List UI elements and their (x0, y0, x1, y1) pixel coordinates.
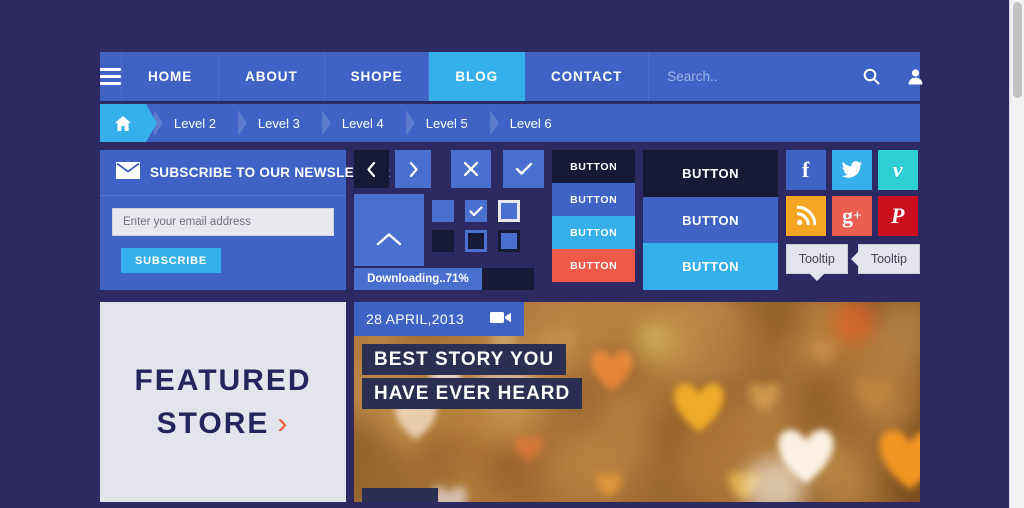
breadcrumb-item-level3[interactable]: Level 3 (230, 104, 314, 142)
button-blue-small[interactable]: BUTTON (552, 183, 635, 216)
post-date: 28 APRIL,2013 (366, 311, 464, 327)
post-title: BEST STORY YOU HAVE EVER HEARD (362, 344, 582, 412)
chevron-right-icon (408, 162, 419, 177)
breadcrumb: Level 2 Level 3 Level 4 Level 5 Level 6 (100, 104, 920, 142)
video-camera-icon (490, 310, 512, 329)
checkbox-empty-dark[interactable] (432, 230, 454, 252)
progress-bar-fill: Downloading..71% (354, 268, 482, 290)
post-meta-bar: 28 APRIL,2013 (354, 302, 524, 336)
checkbox-dark-blue-border[interactable] (465, 230, 487, 252)
subscribe-button[interactable]: SUBSCRIBE (121, 248, 221, 273)
scroll-up-button[interactable] (354, 194, 424, 266)
scrollbar-thumb[interactable] (1013, 2, 1022, 98)
progress-bar[interactable]: Downloading..71% (354, 268, 534, 290)
lower-panels: FEATURED STORE › 28 APRIL,2013 BEST STOR… (100, 302, 920, 502)
controls-mid-row (354, 194, 544, 266)
twitter-icon[interactable] (832, 150, 872, 190)
facebook-icon[interactable]: f (786, 150, 826, 190)
rss-icon[interactable] (786, 196, 826, 236)
email-field[interactable] (112, 208, 334, 236)
page-root: HOME ABOUT SHOPE BLOG CONTACT Search.. L… (0, 0, 1024, 508)
featured-post-card[interactable]: 28 APRIL,2013 BEST STORY YOU HAVE EVER H… (354, 302, 920, 502)
hamburger-bar (100, 68, 121, 71)
button-cyan-large[interactable]: BUTTON (643, 243, 777, 290)
button-dark-small[interactable]: BUTTON (552, 150, 635, 183)
chevron-right-icon: › (277, 407, 289, 440)
next-button[interactable] (395, 150, 430, 188)
user-icon[interactable] (898, 51, 932, 103)
check-icon (515, 162, 533, 176)
controls-top-row (354, 150, 544, 188)
featured-store-line2-wrap: STORE › (157, 402, 290, 446)
checkbox-blue-dark-border[interactable] (498, 230, 520, 252)
nav-item-blog[interactable]: BLOG (429, 52, 525, 101)
breadcrumb-item-level2[interactable]: Level 2 (146, 104, 230, 142)
featured-store-line2: STORE (157, 407, 270, 440)
tooltip-bottom-arrow: Tooltip (786, 244, 848, 274)
post-title-line2: HAVE EVER HEARD (362, 378, 582, 409)
search-input[interactable] (667, 69, 844, 84)
tooltip-group: Tooltip Tooltip (786, 244, 920, 274)
check-icon (469, 206, 483, 217)
site-container: HOME ABOUT SHOPE BLOG CONTACT Search.. L… (100, 52, 920, 502)
hamburger-bar (100, 82, 121, 85)
small-button-stack: BUTTON BUTTON BUTTON BUTTON (552, 150, 635, 290)
envelope-icon (116, 162, 140, 184)
chevron-up-icon (376, 232, 402, 246)
newsletter-header: SUBSCRIBE TO OUR NEWSLETTER (100, 150, 346, 196)
checkbox-blue-light-border[interactable] (498, 200, 520, 222)
social-grid: f v g + P (786, 150, 920, 236)
featured-store-panel[interactable]: FEATURED STORE › (100, 302, 346, 502)
main-navbar: HOME ABOUT SHOPE BLOG CONTACT (100, 52, 920, 104)
social-widget: f v g + P Tooltip Tooltip (786, 150, 920, 290)
button-cyan-small[interactable]: BUTTON (552, 216, 635, 249)
featured-store-line1: FEATURED (134, 359, 311, 403)
confirm-button[interactable] (503, 150, 544, 188)
chevron-left-icon (366, 162, 377, 177)
post-title-line1: BEST STORY YOU (362, 344, 566, 375)
post-bottom-tab (362, 488, 438, 502)
breadcrumb-item-level5[interactable]: Level 5 (398, 104, 482, 142)
vimeo-icon[interactable]: v (878, 150, 918, 190)
button-red-small[interactable]: BUTTON (552, 249, 635, 282)
nav-item-about[interactable]: ABOUT (219, 52, 325, 101)
hamburger-icon[interactable] (100, 52, 122, 101)
checkbox-grid (432, 200, 520, 266)
nav-item-contact[interactable]: CONTACT (525, 52, 649, 101)
breadcrumb-item-level6[interactable]: Level 6 (482, 104, 566, 142)
widget-strip: SUBSCRIBE TO OUR NEWSLETTER SUBSCRIBE (100, 150, 920, 290)
nav-item-shope[interactable]: SHOPE (325, 52, 430, 101)
checkbox-checked-blue[interactable] (465, 200, 487, 222)
page-scrollbar[interactable] (1009, 0, 1024, 508)
breadcrumb-home-icon[interactable] (100, 104, 146, 142)
close-x-icon (463, 161, 479, 177)
googleplus-icon[interactable]: g + (832, 196, 872, 236)
prev-button[interactable] (354, 150, 389, 188)
pinterest-icon[interactable]: P (878, 196, 918, 236)
newsletter-body: SUBSCRIBE (100, 196, 346, 273)
search-icon[interactable] (854, 51, 888, 103)
progress-label: Downloading..71% (367, 273, 469, 285)
button-blue-large[interactable]: BUTTON (643, 197, 777, 244)
nav-search-area (649, 52, 948, 101)
nav-item-home[interactable]: HOME (122, 52, 219, 101)
newsletter-widget: SUBSCRIBE TO OUR NEWSLETTER SUBSCRIBE (100, 150, 346, 290)
tooltip-left-arrow: Tooltip (858, 244, 920, 274)
breadcrumb-item-level4[interactable]: Level 4 (314, 104, 398, 142)
hamburger-bar (100, 75, 121, 78)
checkbox-empty-blue[interactable] (432, 200, 454, 222)
large-button-stack: BUTTON BUTTON BUTTON (643, 150, 777, 290)
close-button[interactable] (451, 150, 492, 188)
button-dark-large[interactable]: BUTTON (643, 150, 777, 197)
controls-widget: Downloading..71% (354, 150, 544, 290)
